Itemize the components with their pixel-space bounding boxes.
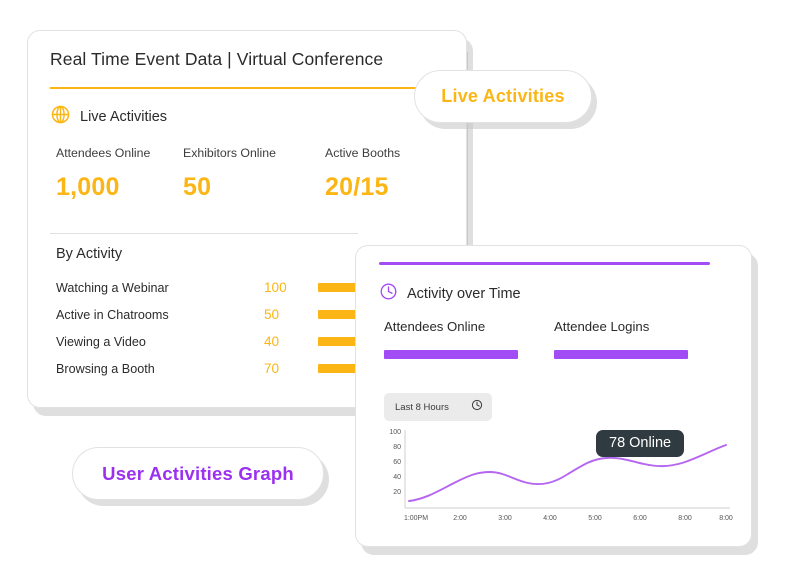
stat-caption: Exhibitors Online — [183, 146, 276, 160]
svg-text:8:00: 8:00 — [678, 515, 692, 522]
activity-value: 50 — [264, 307, 280, 322]
legend-swatch — [554, 350, 688, 359]
svg-text:2:00: 2:00 — [453, 515, 467, 522]
chart-tooltip: 78 Online — [596, 430, 685, 457]
stat-value: 20/15 — [325, 173, 389, 201]
svg-text:80: 80 — [393, 444, 401, 451]
activity-value: 40 — [264, 334, 280, 349]
svg-text:20: 20 — [393, 489, 401, 496]
stat-attendees-online: Attendees Online 1,000 — [56, 146, 150, 202]
activity-name: Active in Chatrooms — [56, 308, 169, 322]
screenshot-stage: Real Time Event Data | Virtual Conferenc… — [0, 0, 788, 587]
activity-name: Viewing a Video — [56, 335, 146, 349]
svg-text:5:00: 5:00 — [588, 515, 602, 522]
legend-item-attendees-online: Attendees Online — [384, 319, 518, 359]
activity-over-time-card: Activity over Time Attendees Online Atte… — [355, 245, 752, 547]
svg-text:60: 60 — [393, 459, 401, 466]
x-tick-labels: 1:00PM 2:00 3:00 4:00 5:00 6:00 8:00 8:0… — [404, 515, 733, 522]
activity-value: 100 — [264, 280, 287, 295]
legend-label: Attendees Online — [384, 319, 486, 334]
connector-line-orange — [330, 87, 422, 89]
globe-icon — [50, 104, 71, 130]
live-activities-label: Live Activities — [80, 109, 168, 125]
y-tick-labels: 100 80 60 40 20 — [389, 429, 401, 496]
legend-item-attendee-logins: Attendee Logins — [554, 319, 688, 359]
svg-text:3:00: 3:00 — [498, 515, 512, 522]
stat-value: 1,000 — [56, 173, 120, 201]
by-activity-title: By Activity — [56, 246, 123, 262]
activity-over-time-label: Activity over Time — [407, 286, 521, 302]
stat-caption: Active Booths — [325, 146, 401, 160]
clock-icon — [471, 398, 483, 416]
time-range-label: Last 8 Hours — [395, 401, 449, 413]
stat-value: 50 — [183, 173, 212, 201]
clock-icon — [379, 282, 398, 306]
svg-text:8:00: 8:00 — [719, 515, 733, 522]
section-divider — [50, 233, 358, 234]
svg-text:4:00: 4:00 — [543, 515, 557, 522]
time-range-filter-chip[interactable]: Last 8 Hours — [384, 393, 492, 421]
activity-name: Browsing a Booth — [56, 362, 155, 376]
stat-exhibitors-online: Exhibitors Online 50 — [183, 146, 276, 202]
callout-pill-label: Live Activities — [441, 86, 565, 106]
page-title: Real Time Event Data | Virtual Conferenc… — [50, 49, 384, 69]
legend-label: Attendee Logins — [554, 319, 650, 334]
callout-pill-live-activities[interactable]: Live Activities — [414, 70, 592, 123]
svg-text:40: 40 — [393, 474, 401, 481]
svg-text:100: 100 — [389, 429, 401, 436]
activity-value: 70 — [264, 361, 280, 376]
svg-text:1:00PM: 1:00PM — [404, 515, 428, 522]
activity-over-time-header: Activity over Time — [379, 282, 521, 306]
callout-pill-label: User Activities Graph — [102, 462, 294, 484]
title-underline — [50, 87, 358, 89]
activity-name: Watching a Webinar — [56, 281, 169, 295]
legend-swatch — [384, 350, 518, 359]
card-top-rule — [379, 262, 710, 265]
stat-caption: Attendees Online — [56, 146, 151, 160]
svg-text:6:00: 6:00 — [633, 515, 647, 522]
stat-active-booths: Active Booths 20/15 — [325, 146, 400, 202]
callout-pill-user-activities-graph[interactable]: User Activities Graph — [72, 447, 324, 500]
live-activities-section-header: Live Activities — [50, 104, 167, 130]
